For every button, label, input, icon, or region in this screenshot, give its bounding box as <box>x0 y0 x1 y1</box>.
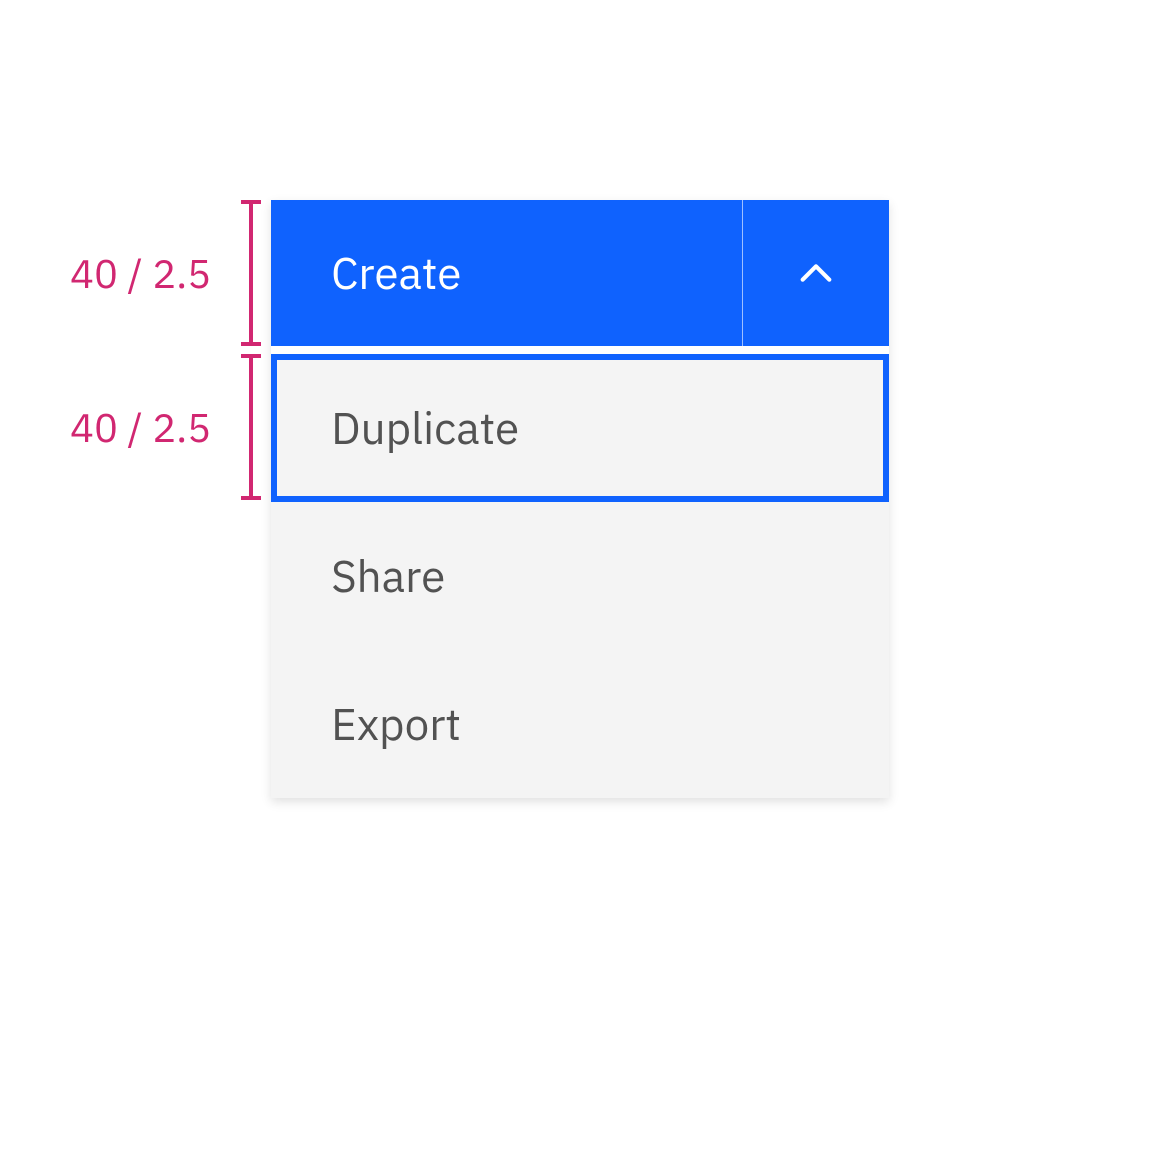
dropdown-item-share[interactable]: Share <box>271 502 889 650</box>
dropdown-item-label: Share <box>331 548 445 605</box>
split-button: Create <box>271 200 889 346</box>
measurement-item-height: 40 / 2.5 <box>70 354 253 500</box>
bracket-icon <box>229 354 253 500</box>
dropdown-item-export[interactable]: Export <box>271 650 889 798</box>
dropdown-toggle-button[interactable] <box>743 200 889 346</box>
measurement-button-height: 40 / 2.5 <box>70 200 253 346</box>
dropdown-item-label: Export <box>331 696 461 753</box>
dropdown-item-duplicate[interactable]: Duplicate <box>271 354 889 502</box>
split-button-component: Create Duplicate Share Export <box>271 200 889 798</box>
measurement-label: 40 / 2.5 <box>70 401 211 453</box>
measurement-annotations: 40 / 2.5 40 / 2.5 <box>70 200 253 500</box>
chevron-up-icon <box>796 253 836 293</box>
bracket-icon <box>229 200 253 346</box>
dropdown-item-label: Duplicate <box>331 400 519 457</box>
create-button-label: Create <box>331 245 461 302</box>
create-button[interactable]: Create <box>271 200 743 346</box>
dropdown-menu: Duplicate Share Export <box>271 354 889 798</box>
measurement-label: 40 / 2.5 <box>70 247 211 299</box>
